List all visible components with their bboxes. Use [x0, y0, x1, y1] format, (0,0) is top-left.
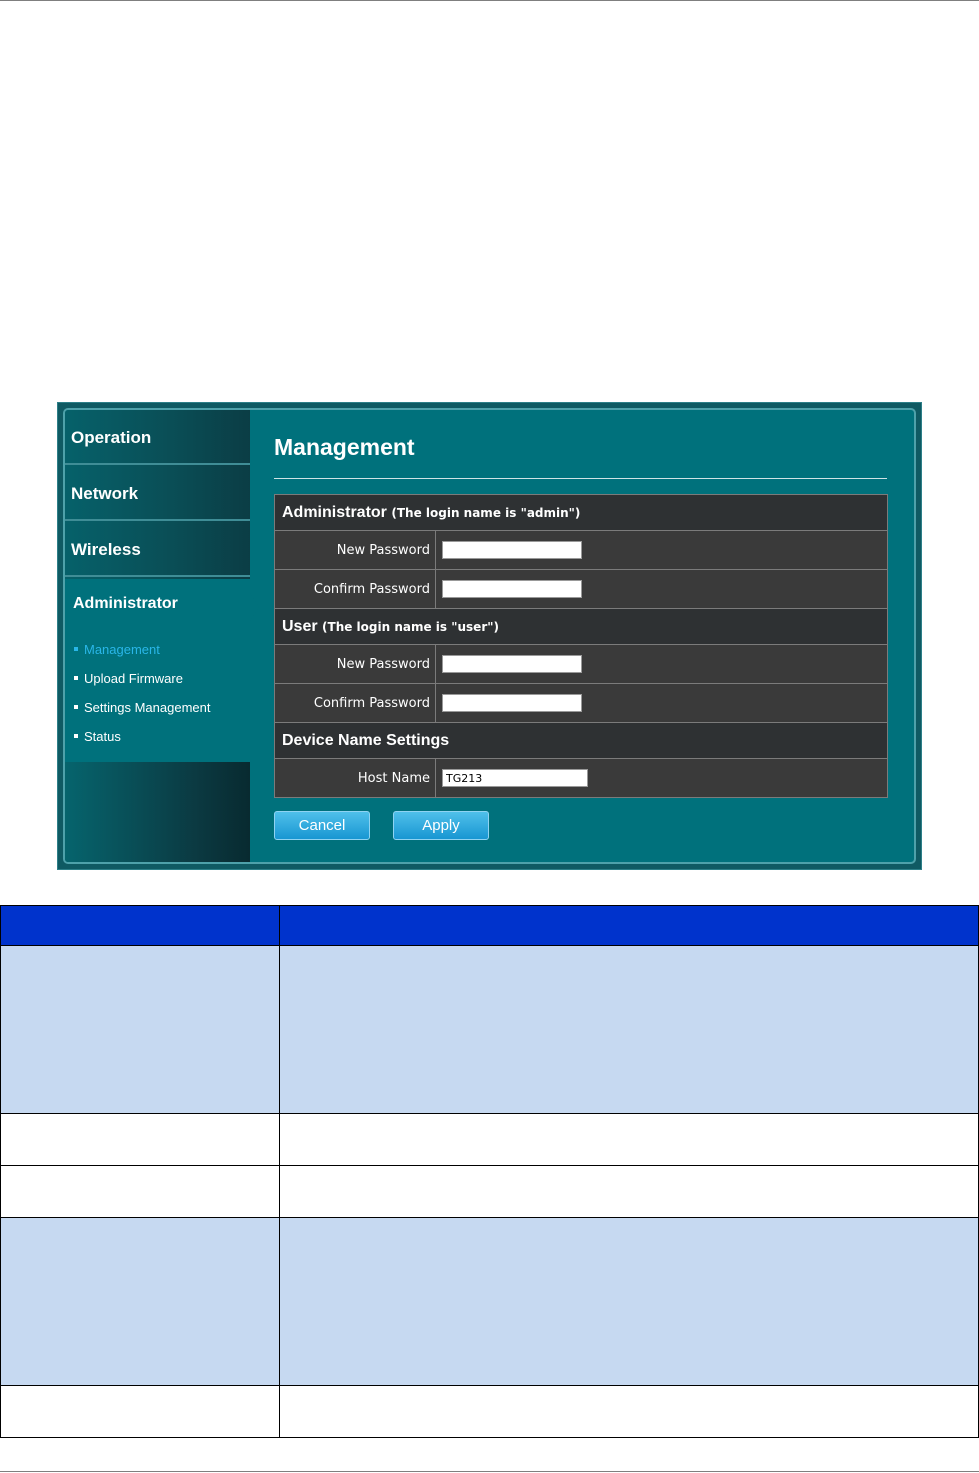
- active-arrow-icon: [250, 593, 259, 621]
- user-new-password-input[interactable]: [442, 655, 582, 673]
- management-form: Administrator (The login name is "admin"…: [274, 494, 888, 798]
- admin-new-password-input[interactable]: [442, 541, 582, 559]
- sidebar-item-operation[interactable]: Operation: [65, 410, 250, 465]
- apply-button[interactable]: Apply: [393, 811, 489, 840]
- table-header-cell: [0, 905, 280, 946]
- subnav-management[interactable]: Management: [74, 642, 160, 657]
- subnav-status-label: Status: [84, 729, 121, 744]
- table-row: [0, 1217, 979, 1386]
- administrator-section-note: (The login name is "admin"): [391, 505, 581, 520]
- bullet-icon: [74, 675, 78, 680]
- page-bottom-rule: [0, 1471, 979, 1472]
- table-cell: [279, 1385, 979, 1438]
- user-confirm-password-label: Confirm Password: [274, 683, 436, 723]
- sidebar-item-network[interactable]: Network: [65, 466, 250, 521]
- user-confirm-password-input[interactable]: [442, 694, 582, 712]
- user-new-password-label: New Password: [274, 644, 436, 684]
- table-cell: [279, 1217, 979, 1386]
- user-section-title: User: [282, 617, 318, 635]
- subnav-settings-management[interactable]: Settings Management: [74, 700, 210, 715]
- admin-confirm-password-row: Confirm Password: [274, 569, 888, 609]
- host-name-input[interactable]: [442, 769, 588, 787]
- cancel-button[interactable]: Cancel: [274, 811, 370, 840]
- table-header-row: [0, 905, 979, 946]
- device-section-header: Device Name Settings: [274, 722, 888, 759]
- router-ui-frame: Operation Network Wireless Administrator…: [57, 402, 922, 870]
- subnav-upload-firmware-label: Upload Firmware: [84, 671, 183, 686]
- host-name-label: Host Name: [274, 758, 436, 798]
- table-row: [0, 1165, 979, 1218]
- bullet-icon: [74, 733, 78, 738]
- table-cell: [0, 945, 280, 1114]
- subnav-status[interactable]: Status: [74, 729, 121, 744]
- table-cell: [279, 1165, 979, 1218]
- sidebar-filler: [65, 762, 250, 862]
- user-section-note: (The login name is "user"): [322, 619, 499, 634]
- page-title: Management: [274, 434, 415, 460]
- table-cell: [279, 945, 979, 1114]
- device-section-title: Device Name Settings: [274, 722, 888, 759]
- sidebar: Operation Network Wireless Administrator…: [65, 410, 259, 862]
- router-ui-panel: Operation Network Wireless Administrator…: [63, 408, 916, 864]
- admin-new-password-label: New Password: [274, 530, 436, 570]
- admin-confirm-password-label: Confirm Password: [274, 569, 436, 609]
- page-top-rule: [0, 0, 979, 1]
- table-row: [0, 1385, 979, 1438]
- table-cell: [0, 1165, 280, 1218]
- table-cell: [0, 1217, 280, 1386]
- table-row: [0, 1113, 979, 1166]
- sidebar-item-wireless[interactable]: Wireless: [65, 522, 250, 577]
- table-cell: [0, 1385, 280, 1438]
- title-divider: [274, 478, 887, 479]
- subnav-settings-management-label: Settings Management: [84, 700, 211, 715]
- user-section-header: User (The login name is "user"): [274, 608, 888, 645]
- admin-confirm-password-input[interactable]: [442, 580, 582, 598]
- user-confirm-password-row: Confirm Password: [274, 683, 888, 723]
- subnav-management-label: Management: [84, 642, 160, 657]
- table-header-cell: [279, 905, 979, 946]
- administrator-section-header: Administrator (The login name is "admin"…: [274, 494, 888, 531]
- admin-new-password-row: New Password: [274, 530, 888, 570]
- table-cell: [279, 1113, 979, 1166]
- bullet-icon: [74, 704, 78, 709]
- description-table: [0, 905, 979, 1438]
- sidebar-item-administrator[interactable]: Administrator Management Upload Firmware…: [65, 579, 259, 764]
- table-row: [0, 945, 979, 1114]
- bullet-icon: [74, 646, 78, 651]
- sidebar-item-administrator-label: Administrator: [73, 595, 178, 612]
- table-cell: [0, 1113, 280, 1166]
- user-new-password-row: New Password: [274, 644, 888, 684]
- subnav-upload-firmware[interactable]: Upload Firmware: [74, 671, 183, 686]
- host-name-row: Host Name: [274, 758, 888, 798]
- administrator-section-title: Administrator: [282, 503, 387, 521]
